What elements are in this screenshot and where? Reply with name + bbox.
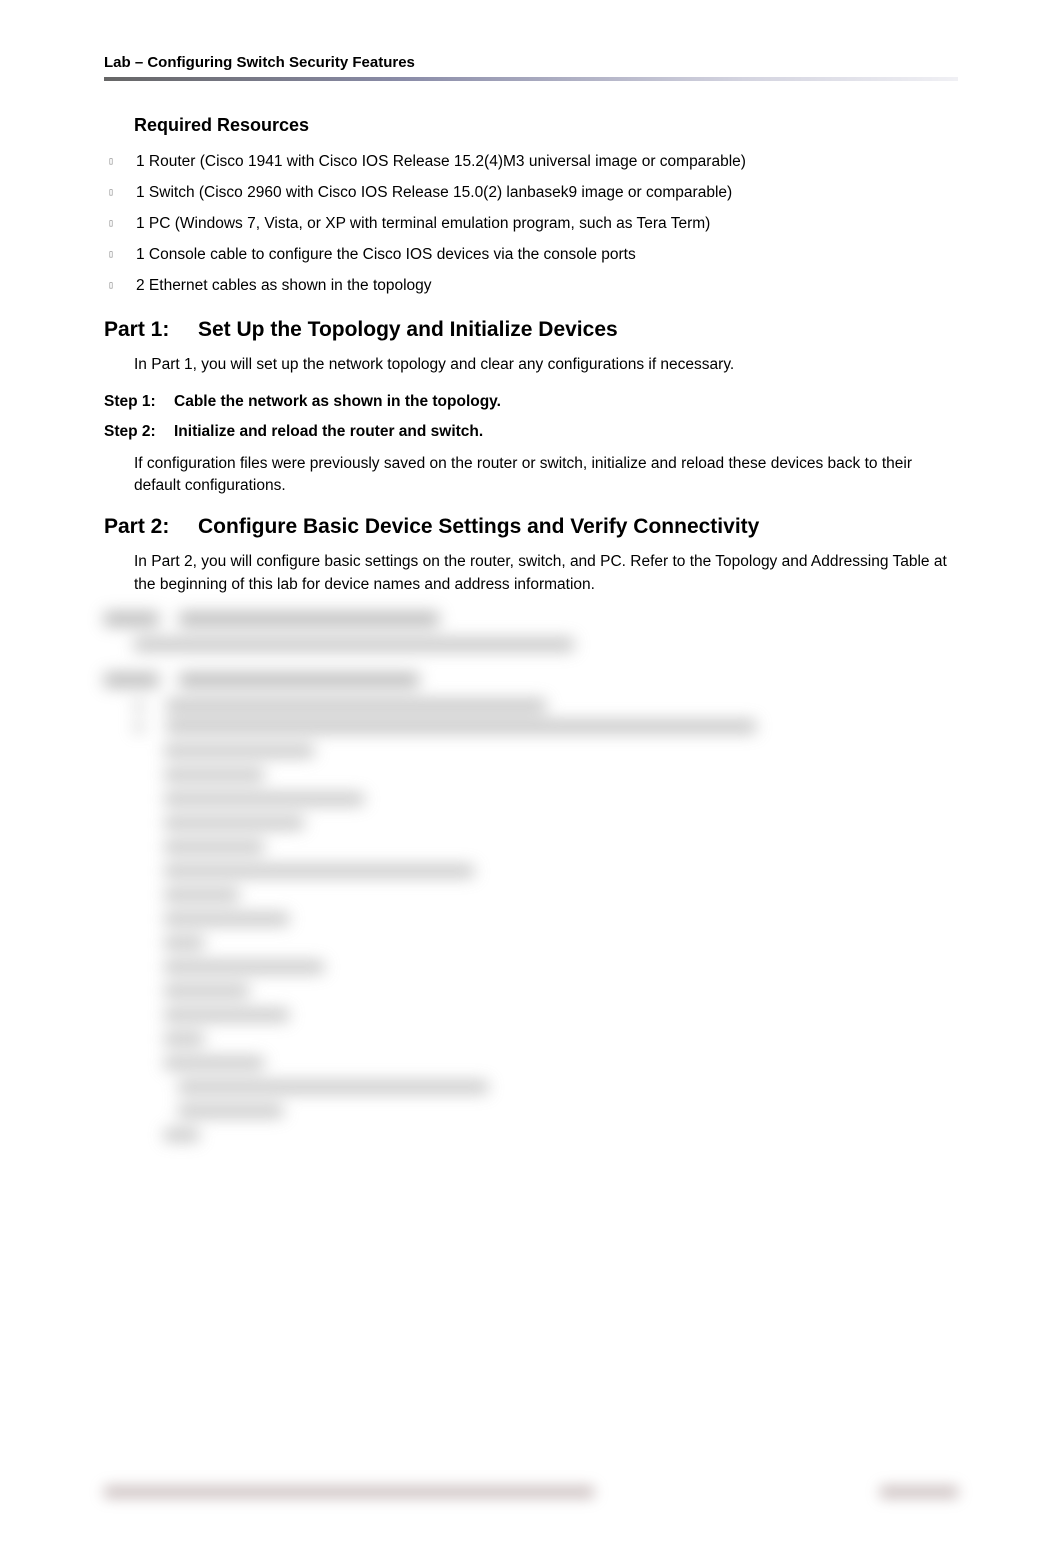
part-2-heading: Part 2: Configure Basic Device Settings … xyxy=(104,515,958,539)
bullet-icon: ▯ xyxy=(108,154,114,170)
part-1-step-1-heading: Step 1: Cable the network as shown in th… xyxy=(104,393,958,411)
list-item-text: 1 Router (Cisco 1941 with Cisco IOS Rele… xyxy=(136,153,746,170)
part-title: Configure Basic Device Settings and Veri… xyxy=(198,515,958,539)
required-resources-heading: Required Resources xyxy=(134,115,958,136)
step-label: Step 1: xyxy=(104,393,174,411)
header-rule xyxy=(104,77,958,81)
list-item: ▯ 1 Console cable to configure the Cisco… xyxy=(108,243,958,267)
list-item-text: 2 Ethernet cables as shown in the topolo… xyxy=(136,277,432,294)
list-item-text: 1 Switch (Cisco 2960 with Cisco IOS Rele… xyxy=(136,184,732,201)
part-label: Part 2: xyxy=(104,515,198,539)
list-item: ▯ 2 Ethernet cables as shown in the topo… xyxy=(108,274,958,298)
part-1-step-2-description: If configuration files were previously s… xyxy=(134,453,958,498)
list-item-text: 1 PC (Windows 7, Vista, or XP with termi… xyxy=(136,215,710,232)
footer-page-number xyxy=(880,1486,958,1498)
step-label: Step 2: xyxy=(104,423,174,441)
list-item-text: 1 Console cable to configure the Cisco I… xyxy=(136,246,636,263)
footer-copyright xyxy=(104,1486,594,1498)
step-title: Initialize and reload the router and swi… xyxy=(174,423,958,441)
part-label: Part 1: xyxy=(104,318,198,342)
part-title: Set Up the Topology and Initialize Devic… xyxy=(198,318,958,342)
footer xyxy=(104,1486,958,1498)
list-item: ▯ 1 Router (Cisco 1941 with Cisco IOS Re… xyxy=(108,150,958,174)
list-item: ▯ 1 Switch (Cisco 2960 with Cisco IOS Re… xyxy=(108,181,958,205)
blurred-content xyxy=(104,612,958,1141)
part-1-description: In Part 1, you will set up the network t… xyxy=(134,354,958,376)
part-1-step-2-heading: Step 2: Initialize and reload the router… xyxy=(104,423,958,441)
required-resources-list: ▯ 1 Router (Cisco 1941 with Cisco IOS Re… xyxy=(108,150,958,298)
header-title: Lab – Configuring Switch Security Featur… xyxy=(104,54,958,77)
bullet-icon: ▯ xyxy=(108,247,114,263)
bullet-icon: ▯ xyxy=(108,278,114,294)
list-item: ▯ 1 PC (Windows 7, Vista, or XP with ter… xyxy=(108,212,958,236)
step-title: Cable the network as shown in the topolo… xyxy=(174,393,958,411)
bullet-icon: ▯ xyxy=(108,185,114,201)
part-1-heading: Part 1: Set Up the Topology and Initiali… xyxy=(104,318,958,342)
bullet-icon: ▯ xyxy=(108,216,114,232)
part-2-description: In Part 2, you will configure basic sett… xyxy=(134,551,958,596)
